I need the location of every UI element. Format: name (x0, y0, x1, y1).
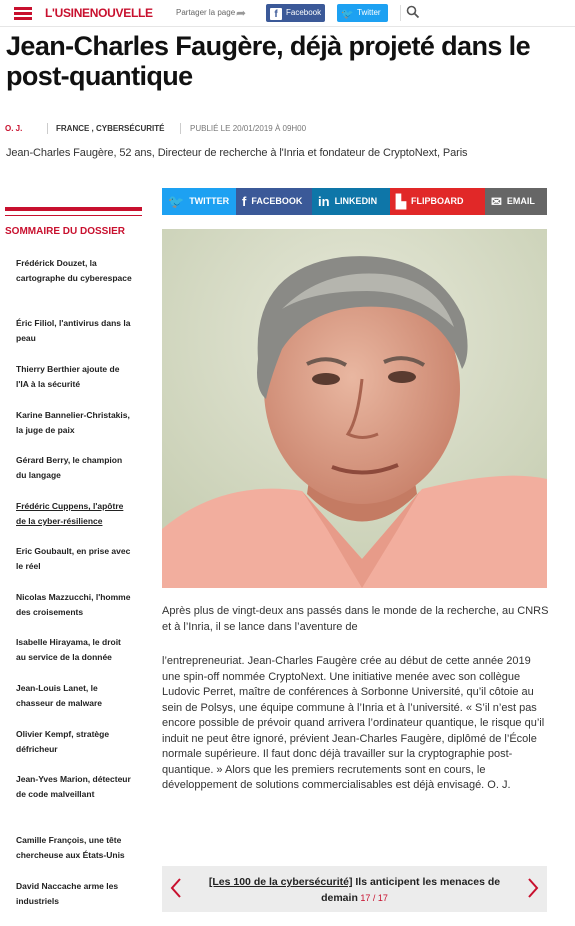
sidebar-item-goubault[interactable]: Eric Goubault, en prise avec le réel (16, 544, 132, 574)
sidebar-item-filiol[interactable]: Éric Filiol, l'antivirus dans la peau (16, 316, 132, 346)
sidebar-item-bannelier[interactable]: Karine Bannelier-Christakis, la juge de … (16, 408, 132, 438)
share-arrow-icon: ➦ (236, 6, 247, 20)
sidebar-item-kempf[interactable]: Olivier Kempf, stratège défricheur (16, 727, 132, 757)
sidebar-item-berthier[interactable]: Thierry Berthier ajoute de l'IA à la séc… (16, 362, 132, 392)
hamburger-menu-icon[interactable] (14, 7, 32, 20)
sidebar-item-naccache[interactable]: David Naccache arme les industriels (16, 879, 132, 909)
sidebar-item-mazzucchi[interactable]: Nicolas Mazzucchi, l'homme des croisemen… (16, 590, 132, 620)
divider (47, 123, 48, 134)
twitter-label: Twitter (357, 8, 381, 17)
category-links[interactable]: FRANCE , CYBERSÉCURITÉ (56, 124, 164, 133)
dossier-navigation: [Les 100 de la cybersécurité] Ils antici… (162, 866, 547, 912)
share-twitter-button[interactable]: 🐦 TWITTER (162, 188, 236, 215)
share-email-button[interactable]: ✉ EMAIL (485, 188, 547, 215)
article-photo (162, 229, 547, 588)
share-linkedin-button[interactable]: in LINKEDIN (312, 188, 390, 215)
twitter-share-button[interactable]: 🐦 Twitter (337, 4, 388, 22)
sidebar-item-cuppens[interactable]: Frédéric Cuppens, l'apôtre de la cyber-r… (16, 499, 132, 529)
publish-date: PUBLIÉ LE 20/01/2019 À 09H00 (190, 124, 307, 133)
share-linkedin-label: LINKEDIN (334, 196, 378, 206)
twitter-icon: 🐦 (168, 194, 185, 209)
share-facebook-button[interactable]: f FACEBOOK (236, 188, 312, 215)
page-title: Jean-Charles Faugère, déjà projeté dans … (6, 31, 531, 91)
search-icon[interactable] (406, 5, 420, 19)
article-paragraph: l’entrepreneuriat. Jean-Charles Faugère … (162, 655, 545, 791)
article-meta: O. J. FRANCE , CYBERSÉCURITÉ PUBLIÉ LE 2… (5, 123, 306, 134)
linkedin-icon: in (318, 194, 330, 209)
chevron-right-icon[interactable] (526, 877, 540, 899)
share-twitter-label: TWITTER (189, 196, 230, 206)
dossier-nav-text-a: Ils anticipent les menaces de (352, 876, 501, 888)
dossier-link[interactable]: [Les 100 de la cybersécurité] (209, 876, 353, 888)
flipboard-icon: ▙ (396, 194, 406, 209)
share-bar: 🐦 TWITTER f FACEBOOK in LINKEDIN ▙ FLIPBOARD… (162, 188, 547, 215)
sidebar-item-francois[interactable]: Camille François, une tête chercheuse au… (16, 833, 132, 863)
sidebar-item-berry[interactable]: Gérard Berry, le champion du langage (16, 453, 132, 483)
divider (180, 123, 181, 134)
sidebar-title: SOMMAIRE DU DOSSIER (5, 226, 126, 237)
sidebar-rule-thin (5, 215, 142, 216)
facebook-icon: f (270, 8, 282, 20)
twitter-icon: 🐦 (341, 9, 354, 20)
share-email-label: EMAIL (506, 196, 535, 206)
article-subtitle: Jean-Charles Faugère, 52 ans, Directeur … (6, 147, 468, 159)
author-link[interactable]: O. J. (5, 124, 22, 133)
sidebar-item-marion[interactable]: Jean-Yves Marion, détecteur de code malv… (16, 772, 132, 802)
chevron-left-icon[interactable] (169, 877, 183, 899)
facebook-label: Facebook (286, 8, 322, 17)
logo-part1: L'USINE (45, 6, 90, 20)
share-flipboard-label: FLIPBOARD (411, 196, 464, 206)
portrait-image (162, 229, 547, 588)
share-facebook-label: FACEBOOK (251, 196, 303, 206)
article-paragraph: Après plus de vingt-deux ans passés dans… (162, 605, 549, 633)
share-flipboard-button[interactable]: ▙ FLIPBOARD (390, 188, 485, 215)
facebook-icon: f (242, 194, 247, 209)
divider (400, 5, 401, 21)
sidebar-item-douzet[interactable]: Frédérick Douzet, la cartographe du cybe… (16, 256, 132, 286)
share-page-label: Partager la page (176, 8, 236, 17)
logo-part2: NOUVELLE (89, 6, 153, 20)
dossier-nav-text-b: demain (321, 892, 358, 904)
top-bar: L'USINENOUVELLE Partager la page ➦ f Face… (0, 0, 575, 27)
sidebar-rule (5, 207, 142, 211)
page-counter: 17 / 17 (357, 893, 388, 903)
facebook-share-button[interactable]: f Facebook (266, 4, 325, 22)
dossier-nav-link[interactable]: [Les 100 de la cybersécurité] Ils antici… (198, 874, 511, 906)
sidebar-item-lanet[interactable]: Jean-Louis Lanet, le chasseur de malware (16, 681, 132, 711)
site-logo[interactable]: L'USINENOUVELLE (45, 6, 153, 20)
envelope-icon: ✉ (491, 194, 502, 209)
sidebar-item-hirayama[interactable]: Isabelle Hirayama, le droit au service d… (16, 635, 132, 665)
